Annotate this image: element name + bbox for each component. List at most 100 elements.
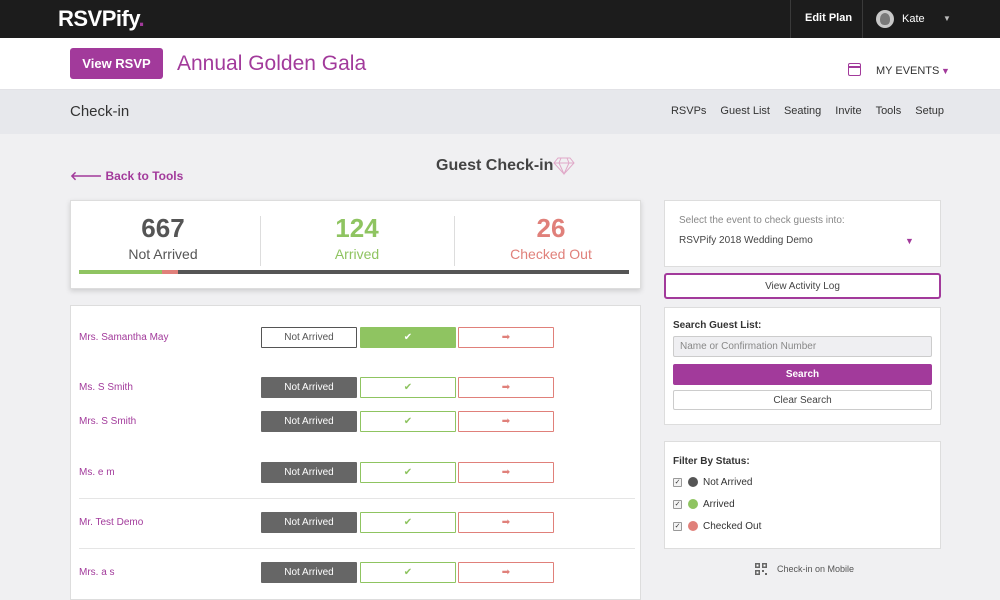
guest-name[interactable]: Ms. e m	[79, 467, 115, 478]
guest-name[interactable]: Mrs. a s	[79, 567, 115, 578]
guest-row: Mrs. Samantha May Not Arrived ✔ ➡	[71, 318, 642, 358]
event-select-label: Select the event to check guests into:	[679, 215, 845, 226]
event-select-dropdown[interactable]: RSVPify 2018 Wedding Demo	[679, 235, 813, 246]
not-arrived-button[interactable]: Not Arrived	[261, 562, 357, 583]
arrived-button[interactable]: ✔	[360, 462, 456, 483]
checkbox[interactable]: ✓	[673, 477, 682, 487]
guest-name[interactable]: Mrs. S Smith	[79, 416, 136, 427]
check-icon: ✔	[403, 467, 413, 478]
stat-arrived: 124 Arrived	[267, 213, 447, 262]
event-header: View RSVP Annual Golden Gala MY EVENTS ▼	[0, 38, 1000, 90]
arrived-button[interactable]: ✔	[360, 411, 456, 432]
exit-icon: ➡	[501, 382, 511, 393]
check-icon: ✔	[403, 567, 413, 578]
exit-icon: ➡	[501, 332, 511, 343]
not-arrived-button[interactable]: Not Arrived	[261, 411, 357, 432]
stat-label: Not Arrived	[128, 246, 198, 262]
my-events-menu[interactable]: MY EVENTS	[876, 65, 939, 77]
arrived-button[interactable]: ✔	[360, 377, 456, 398]
search-label: Search Guest List:	[673, 320, 762, 331]
nav-seating[interactable]: Seating	[784, 105, 821, 117]
sub-nav: Check-in RSVPs Guest List Seating Invite…	[0, 90, 1000, 134]
qr-code-icon	[755, 563, 767, 575]
guest-name[interactable]: Mr. Test Demo	[79, 517, 143, 528]
stats-card: 667 Not Arrived 124 Arrived 26 Checked O…	[70, 200, 641, 289]
not-arrived-button[interactable]: Not Arrived	[261, 327, 357, 348]
checkin-progress-bar	[79, 270, 629, 274]
page-title: Guest Check-in	[436, 157, 554, 174]
user-name[interactable]: Kate	[902, 13, 925, 25]
progress-arrived-segment	[79, 270, 162, 274]
filter-panel: Filter By Status: ✓ Not Arrived ✓ Arrive…	[664, 441, 941, 549]
checkbox[interactable]: ✓	[673, 499, 682, 509]
search-button[interactable]: Search	[673, 364, 932, 385]
arrived-button[interactable]: ✔	[360, 327, 456, 348]
check-icon: ✔	[403, 517, 413, 528]
filter-checked-out[interactable]: ✓ Checked Out	[673, 519, 761, 533]
checkout-button[interactable]: ➡	[458, 512, 554, 533]
stat-value: 667	[141, 213, 185, 243]
view-rsvp-button[interactable]: View RSVP	[70, 48, 163, 79]
nav-guest-list[interactable]: Guest List	[720, 105, 770, 117]
caret-down-icon[interactable]: ▼	[943, 14, 951, 23]
event-title: Annual Golden Gala	[177, 52, 367, 75]
checkout-button[interactable]: ➡	[458, 562, 554, 583]
nav-links: RSVPs Guest List Seating Invite Tools Se…	[671, 105, 944, 117]
nav-rsvps[interactable]: RSVPs	[671, 105, 706, 117]
search-input[interactable]	[673, 336, 932, 357]
checkbox[interactable]: ✓	[673, 521, 682, 531]
guest-name[interactable]: Ms. S Smith	[79, 382, 133, 393]
caret-down-icon[interactable]: ▼	[941, 66, 950, 76]
stat-checked-out: 26 Checked Out	[461, 213, 641, 262]
exit-icon: ➡	[501, 567, 511, 578]
divider	[260, 216, 261, 266]
checkout-button[interactable]: ➡	[458, 327, 554, 348]
edit-plan-link[interactable]: Edit Plan	[805, 12, 852, 24]
row-divider	[79, 548, 635, 549]
check-icon: ✔	[403, 416, 413, 427]
nav-invite[interactable]: Invite	[835, 105, 861, 117]
divider	[454, 216, 455, 266]
logo[interactable]: RSVPify.	[58, 6, 145, 32]
check-icon: ✔	[403, 382, 413, 393]
stat-label: Arrived	[334, 246, 380, 262]
search-panel: Search Guest List: Search Clear Search	[664, 307, 941, 425]
filter-not-arrived[interactable]: ✓ Not Arrived	[673, 475, 752, 489]
clear-search-button[interactable]: Clear Search	[673, 390, 932, 410]
back-to-tools-link[interactable]: 🡐 Back to Tools	[70, 168, 183, 183]
filter-arrived[interactable]: ✓ Arrived	[673, 497, 735, 511]
avatar[interactable]	[876, 10, 894, 28]
filter-label: Checked Out	[703, 520, 762, 532]
guest-name[interactable]: Mrs. Samantha May	[79, 332, 168, 343]
calendar-icon	[848, 63, 861, 76]
guest-row: Mrs. S Smith Not Arrived ✔ ➡	[71, 402, 642, 442]
divider	[862, 0, 863, 38]
status-dot	[688, 477, 698, 487]
filter-label: Not Arrived	[703, 476, 753, 488]
check-icon: ✔	[403, 332, 413, 343]
exit-icon: ➡	[501, 416, 511, 427]
progress-checked-out-segment	[161, 270, 178, 274]
arrived-button[interactable]: ✔	[360, 562, 456, 583]
view-activity-log-button[interactable]: View Activity Log	[664, 273, 941, 299]
nav-tools[interactable]: Tools	[876, 105, 902, 117]
checkout-button[interactable]: ➡	[458, 411, 554, 432]
stat-value: 124	[335, 213, 379, 243]
not-arrived-button[interactable]: Not Arrived	[261, 377, 357, 398]
divider	[790, 0, 791, 38]
checkin-on-mobile-link[interactable]: Check-in on Mobile	[755, 563, 854, 575]
stat-not-arrived: 667 Not Arrived	[73, 213, 253, 262]
not-arrived-button[interactable]: Not Arrived	[261, 462, 357, 483]
arrow-left-icon: 🡐	[70, 169, 106, 183]
checkout-button[interactable]: ➡	[458, 377, 554, 398]
exit-icon: ➡	[501, 517, 511, 528]
nav-setup[interactable]: Setup	[915, 105, 944, 117]
caret-down-icon[interactable]: ▼	[905, 236, 914, 246]
filter-title: Filter By Status:	[673, 456, 750, 467]
guest-list: Mrs. Samantha May Not Arrived ✔ ➡ Ms. S …	[70, 305, 641, 600]
stat-value: 26	[536, 213, 566, 243]
not-arrived-button[interactable]: Not Arrived	[261, 512, 357, 533]
arrived-button[interactable]: ✔	[360, 512, 456, 533]
guest-row: Ms. e m Not Arrived ✔ ➡	[71, 453, 642, 493]
checkout-button[interactable]: ➡	[458, 462, 554, 483]
